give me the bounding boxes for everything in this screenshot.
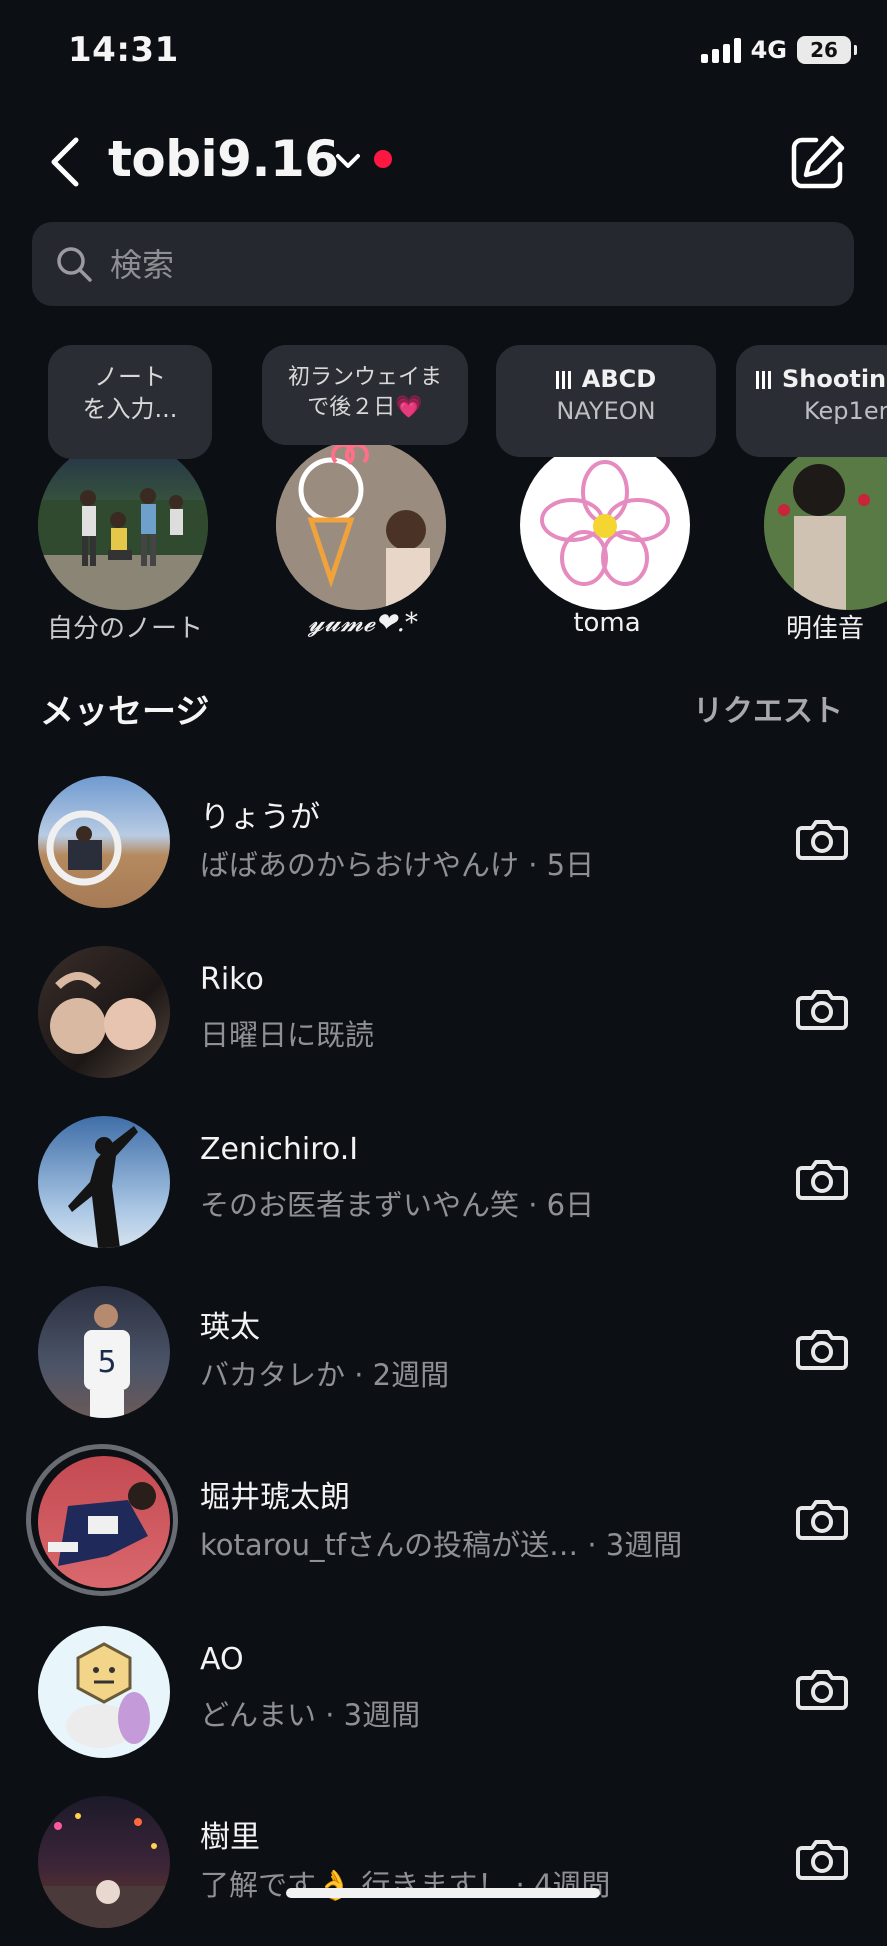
home-indicator[interactable] xyxy=(286,1888,600,1898)
avatar[interactable] xyxy=(38,1456,170,1588)
search-bar[interactable] xyxy=(32,222,854,308)
avatar[interactable] xyxy=(38,440,208,610)
camera-icon[interactable] xyxy=(794,1660,850,1716)
thread-preview: 日曜日に既読 xyxy=(200,1018,375,1052)
compose-icon[interactable] xyxy=(788,132,848,192)
thread-row[interactable]: りょうが ばばあのからおけやんけ · 5日 xyxy=(0,756,887,926)
header: tobi9.16 xyxy=(0,120,887,210)
note-owner-name: 明佳音 xyxy=(786,614,865,640)
note-placeholder-line1: ノート xyxy=(94,363,166,391)
avatar[interactable] xyxy=(38,946,170,1078)
note-owner-name: 𝔂𝓾𝓶𝓮❤︎.* xyxy=(308,608,418,638)
thread-name: Riko xyxy=(200,962,264,997)
note-owner-name: 自分のノート xyxy=(46,614,203,640)
battery-icon: 26 xyxy=(797,36,857,64)
note-item-toma[interactable]: ABCD NAYEON toma xyxy=(496,340,716,640)
note-song-title: ABCD xyxy=(510,363,702,395)
note-music-bubble[interactable]: ABCD NAYEON xyxy=(496,345,716,457)
note-bubble[interactable]: ノート を入力... xyxy=(48,345,212,459)
thread-preview: ばばあのからおけやんけ · 5日 xyxy=(200,848,595,882)
camera-icon[interactable] xyxy=(794,1830,850,1886)
avatar[interactable] xyxy=(764,440,887,610)
music-bars-icon xyxy=(555,371,574,389)
avatar[interactable] xyxy=(38,1626,170,1758)
account-username[interactable]: tobi9.16 xyxy=(108,130,339,188)
notification-dot xyxy=(374,150,392,168)
thread-name: りょうが xyxy=(200,800,320,835)
note-bubble[interactable]: 初ランウェイま で後２日💗 xyxy=(262,345,468,445)
note-artist: NAYEON xyxy=(556,397,656,425)
thread-preview: そのお医者まずいやん笑 · 6日 xyxy=(200,1188,595,1222)
thread-name: AO xyxy=(200,1642,244,1677)
network-type: 4G xyxy=(750,36,787,64)
note-song-title-text: Shootin xyxy=(782,365,887,393)
note-item-meikane[interactable]: Shootin Kep1er 明佳音 xyxy=(736,340,887,640)
camera-icon[interactable] xyxy=(794,1150,850,1206)
avatar[interactable] xyxy=(276,440,446,610)
thread-preview: kotarou_tfさんの投稿が送… · 3週間 xyxy=(200,1528,683,1562)
thread-row[interactable]: 堀井琥太朗 kotarou_tfさんの投稿が送… · 3週間 xyxy=(0,1436,887,1606)
avatar[interactable] xyxy=(520,440,690,610)
thread-row[interactable]: Zenichiro.I そのお医者まずいやん笑 · 6日 xyxy=(0,1096,887,1266)
note-song-title-text: ABCD xyxy=(581,365,657,393)
thread-preview: バカタレか · 2週間 xyxy=(200,1358,450,1392)
status-time: 14:31 xyxy=(68,30,179,70)
thread-row[interactable]: Riko 日曜日に既読 xyxy=(0,926,887,1096)
svg-text:5: 5 xyxy=(97,1345,116,1380)
camera-icon[interactable] xyxy=(794,980,850,1036)
note-music-bubble[interactable]: Shootin Kep1er xyxy=(736,345,887,457)
camera-icon[interactable] xyxy=(794,1320,850,1376)
chevron-down-icon[interactable] xyxy=(332,148,364,176)
note-item-yume[interactable]: 初ランウェイま で後２日💗 𝔂𝓾𝓶𝓮❤︎.* xyxy=(262,340,468,640)
note-text-line2: で後２日💗 xyxy=(307,395,423,420)
thread-name: Zenichiro.I xyxy=(200,1132,359,1167)
status-indicators: 4G 26 xyxy=(700,36,857,64)
signal-icon xyxy=(700,37,741,63)
requests-link[interactable]: リクエスト xyxy=(693,686,843,730)
camera-icon[interactable] xyxy=(794,810,850,866)
thread-name: 瑛太 xyxy=(200,1310,260,1345)
back-arrow-icon[interactable] xyxy=(40,132,92,192)
thread-row[interactable]: 5 瑛太 バカタレか · 2週間 xyxy=(0,1266,887,1436)
avatar[interactable]: 5 xyxy=(38,1286,170,1418)
camera-icon[interactable] xyxy=(794,1490,850,1546)
note-song-title: Shootin xyxy=(756,363,887,395)
search-input[interactable] xyxy=(108,222,832,308)
note-text-line1: 初ランウェイま xyxy=(287,365,442,390)
messages-title: メッセージ xyxy=(40,692,210,732)
note-placeholder-line2: を入力... xyxy=(82,395,178,423)
note-artist: Kep1er xyxy=(804,397,887,425)
note-item-self[interactable]: ノート を入力... 自分のノート xyxy=(30,340,212,640)
avatar[interactable] xyxy=(38,1796,170,1928)
battery-level: 26 xyxy=(810,38,838,62)
thread-preview: どんまい · 3週間 xyxy=(200,1698,421,1732)
thread-row[interactable]: 樹里 了解です👌 行きます！ · 4週間 xyxy=(0,1776,887,1946)
thread-row[interactable]: AO どんまい · 3週間 xyxy=(0,1606,887,1776)
thread-name: 樹里 xyxy=(200,1820,260,1855)
notes-row: ノート を入力... 自分のノート 初ランウェイま で後２日💗 𝔂𝓾𝓶𝓮❤︎.* xyxy=(0,340,887,640)
music-bars-icon xyxy=(756,371,774,389)
avatar[interactable] xyxy=(38,776,170,908)
thread-name: 堀井琥太朗 xyxy=(200,1480,350,1515)
search-icon xyxy=(57,247,92,282)
avatar[interactable] xyxy=(38,1116,170,1248)
note-owner-name: toma xyxy=(573,608,641,638)
